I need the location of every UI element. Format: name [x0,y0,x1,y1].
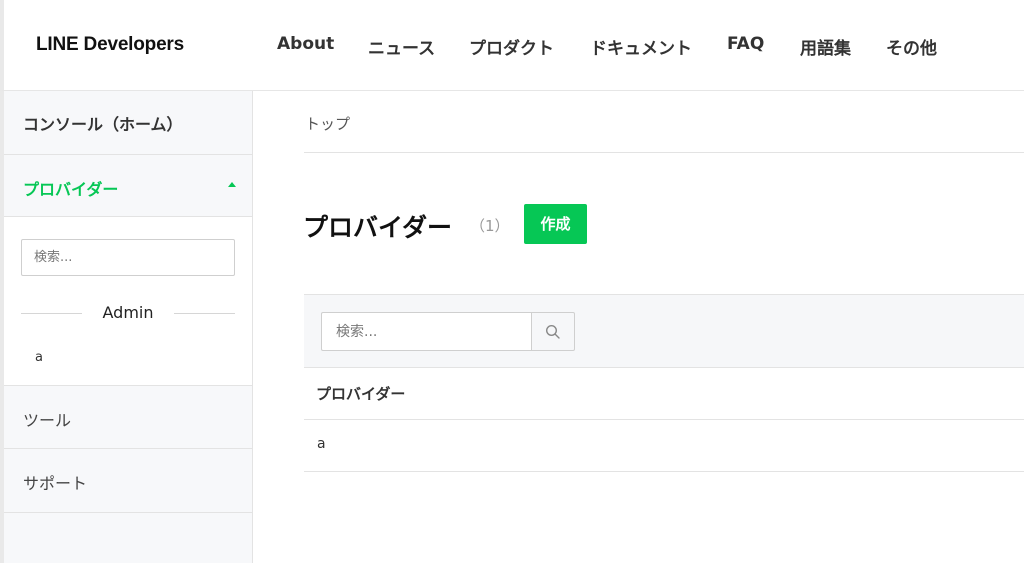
sidebar-item-label: プロバイダー [23,180,119,199]
site-logo[interactable]: LINE Developers [36,34,184,56]
search-input[interactable] [321,312,532,351]
sidebar-item-label: ツール [23,411,72,430]
table-cell-provider[interactable]: a [317,436,326,452]
nav-about[interactable]: About [277,34,334,54]
sidebar: コンソール（ホーム） プロバイダー Admin a ツール サポート [0,91,253,563]
sidebar-item-console[interactable]: コンソール（ホーム） [4,91,252,155]
nav-news[interactable]: ニュース [368,34,435,59]
sidebar-item-label: コンソール（ホーム） [23,115,183,134]
nav-faq[interactable]: FAQ [727,34,764,54]
table-toolbar [304,294,1024,368]
breadcrumb-divider [304,152,1024,153]
top-header: LINE Developers About ニュース プロダクト ドキュメント … [0,0,1024,91]
sidebar-item-provider[interactable]: プロバイダー [4,155,252,217]
sidebar-item-label: サポート [23,474,88,493]
nav-products[interactable]: プロダクト [469,34,554,59]
sidebar-search-input[interactable] [21,239,235,276]
divider-right [174,313,235,314]
table-row[interactable]: a [304,420,1024,472]
provider-panel: Admin a [4,217,252,386]
sidebar-item-support[interactable]: サポート [4,449,252,513]
breadcrumb[interactable]: トップ [305,113,350,134]
nav-others[interactable]: その他 [886,34,937,59]
create-button[interactable]: 作成 [524,204,587,244]
sidebar-item-tools[interactable]: ツール [4,386,252,449]
nav-documents[interactable]: ドキュメント [590,34,692,59]
search-icon [545,324,560,339]
page-title: プロバイダー [303,213,453,242]
main-content: トップ プロバイダー （1） 作成 プロバイダー a [253,91,1024,563]
column-header-provider[interactable]: プロバイダー [316,383,405,404]
nav-glossary[interactable]: 用語集 [800,34,851,59]
table-header: プロバイダー [304,368,1024,420]
caret-up-icon [228,182,236,187]
provider-count: （1） [470,217,510,235]
search-button[interactable] [531,312,575,351]
provider-table: プロバイダー a [304,294,1024,472]
sidebar-provider-item[interactable]: a [35,350,43,365]
